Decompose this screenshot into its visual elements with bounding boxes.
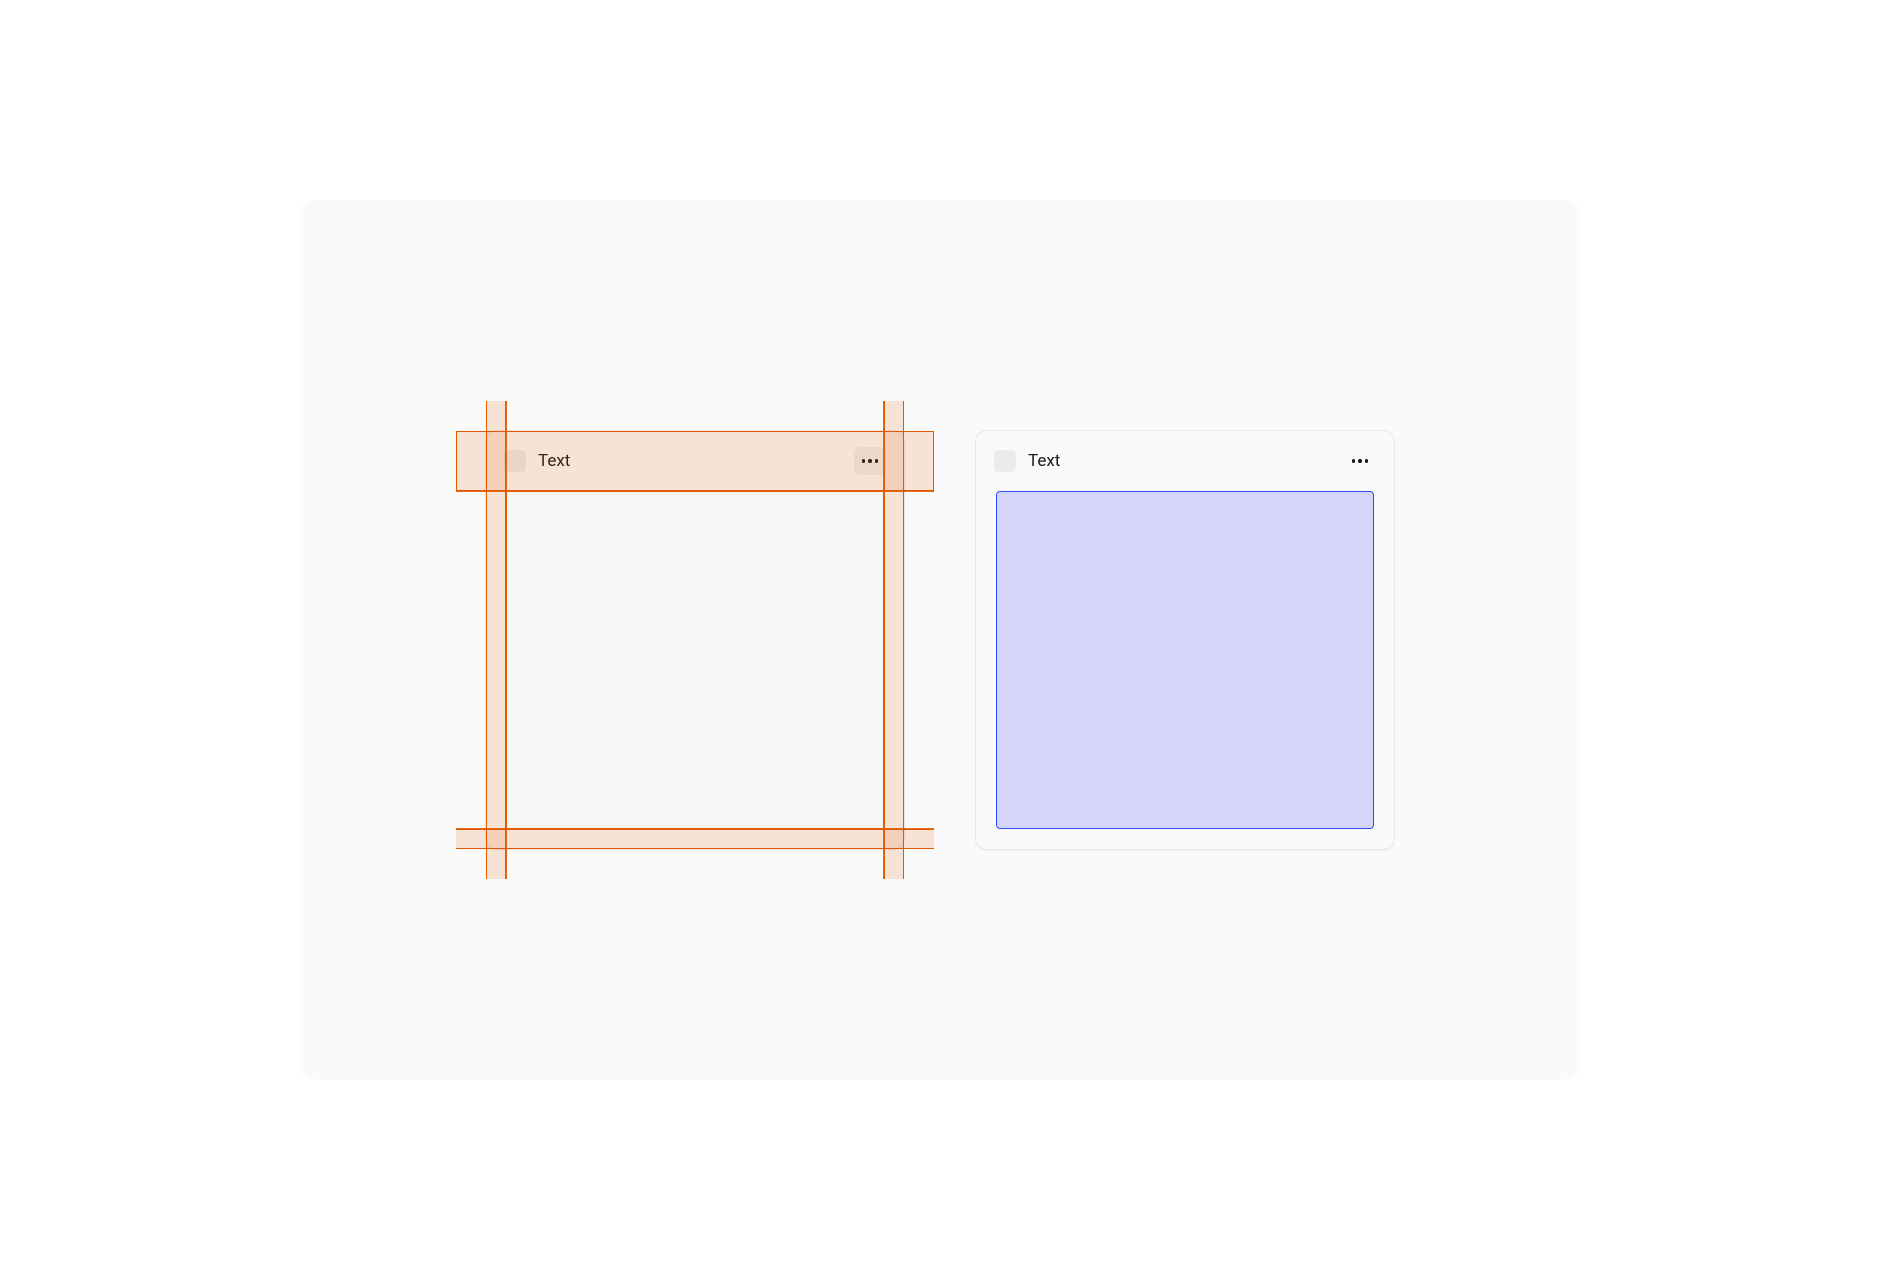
card-with-guides: Text — [485, 430, 905, 850]
guide-lines — [456, 401, 934, 879]
more-icon — [1352, 459, 1369, 463]
card-body — [976, 491, 1394, 849]
design-canvas: Text — [300, 200, 1580, 1080]
card-title: Text — [1028, 451, 1344, 471]
more-button[interactable] — [1344, 447, 1376, 475]
card-with-selection: Text — [975, 430, 1395, 850]
placeholder-icon — [994, 450, 1016, 472]
card-header: Text — [976, 431, 1394, 491]
content-slot-selected[interactable] — [996, 491, 1374, 829]
